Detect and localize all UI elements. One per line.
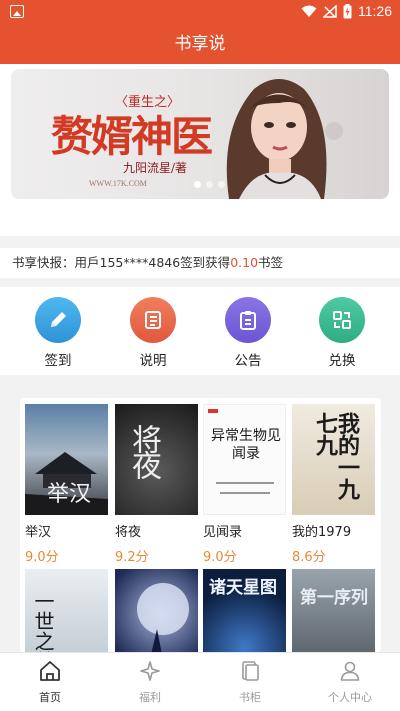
book-cover: 异常生物见闻录	[203, 404, 286, 515]
page-title: 书享说	[174, 34, 226, 54]
book-title: 将夜	[115, 525, 142, 540]
cover-title: 第一序列	[300, 588, 368, 608]
tab-profile[interactable]: 个人中心	[300, 659, 400, 705]
menu-redeem[interactable]: 兑换	[307, 297, 377, 369]
book-grid: 举汉 举汉 9.0分 将夜 将夜 9.2分 异常生物见闻录 见闻录 9.0分 我…	[20, 398, 381, 652]
book-cover: 我的一九七九	[292, 404, 375, 515]
menu-checkin-label: 签到	[44, 353, 72, 369]
tab-home-label: 首页	[39, 691, 61, 704]
banner-carousel[interactable]: 〈重生之〉 赘婿神医 九阳流星/著 WWW.17K.COM	[11, 69, 389, 199]
banner-author: 九阳流星/著	[123, 161, 188, 175]
banner-illustration	[226, 79, 343, 199]
news-suffix: 书签	[258, 255, 284, 270]
book-card[interactable]	[115, 569, 198, 652]
banner-section: 〈重生之〉 赘婿神医 九阳流星/著 WWW.17K.COM	[0, 64, 400, 236]
cover-title: 我的一九七九	[312, 412, 360, 500]
app-header: 书享说	[0, 24, 400, 64]
tab-welfare[interactable]: 福利	[100, 659, 200, 705]
no-signal-icon	[323, 4, 337, 18]
tab-home[interactable]: 首页	[0, 659, 100, 705]
menu-announcement[interactable]: 公告	[213, 297, 283, 369]
cover-title: 将夜	[126, 424, 161, 476]
menu-instructions[interactable]: 说明	[118, 297, 188, 369]
clipboard-icon	[225, 297, 271, 343]
cover-title: 诸天星图	[209, 578, 277, 598]
book-cover: 一世之尊	[25, 569, 108, 652]
book-cover: 第一序列	[292, 569, 375, 652]
clock: 11:26	[358, 3, 392, 19]
home-icon	[40, 661, 60, 681]
menu-instructions-label: 说明	[139, 353, 167, 369]
book-cover: 诸天星图	[203, 569, 286, 652]
menu-redeem-label: 兑换	[328, 353, 356, 369]
image-notification-icon	[10, 5, 24, 18]
news-text: 用戶155****4846签到获得	[74, 255, 231, 270]
list-icon	[130, 297, 176, 343]
bookshelf-icon	[242, 661, 259, 681]
book-card[interactable]: 异常生物见闻录 见闻录 9.0分	[203, 404, 286, 565]
cover-title: 一世之尊	[31, 591, 55, 652]
carousel-dot[interactable]	[206, 181, 213, 188]
bottom-tab-bar: 首页 福利 书柜 个人中心	[0, 652, 400, 711]
status-bar: 11:26	[0, 0, 400, 24]
book-card[interactable]: 举汉 举汉 9.0分	[25, 404, 108, 565]
tab-bookshelf-label: 书柜	[239, 691, 261, 704]
banner-site: WWW.17K.COM	[89, 179, 147, 188]
wifi-icon	[301, 5, 317, 17]
book-cover: 举汉	[25, 404, 108, 515]
book-card[interactable]: 将夜 将夜 9.2分	[115, 404, 198, 565]
news-ticker[interactable]: 书享快报：用戶155****4846签到获得0.10书签	[0, 248, 400, 278]
person-icon	[340, 661, 360, 681]
battery-charging-icon	[343, 3, 352, 18]
cover-title: 异常生物见闻录	[211, 428, 281, 462]
carousel-dot[interactable]	[218, 181, 225, 188]
news-amount: 0.10	[230, 255, 259, 270]
tab-profile-label: 个人中心	[328, 691, 372, 704]
book-score: 9.0分	[203, 550, 237, 565]
sparkle-icon	[140, 661, 160, 681]
book-title: 我的1979	[292, 525, 352, 540]
cover-title: 举汉	[47, 482, 92, 507]
book-card[interactable]: 一世之尊	[25, 569, 108, 652]
banner-title: 赘婿神医	[51, 112, 213, 161]
book-score: 9.0分	[25, 550, 59, 565]
book-card[interactable]: 我的一九七九 我的1979 8.6分	[292, 404, 375, 565]
book-card[interactable]: 第一序列	[292, 569, 375, 652]
book-score: 9.2分	[115, 550, 149, 565]
quick-menu: 签到 说明 公告 兑换	[0, 287, 400, 375]
book-card[interactable]: 诸天星图	[203, 569, 286, 652]
pencil-icon	[35, 297, 81, 343]
book-cover	[115, 569, 198, 652]
tab-welfare-label: 福利	[139, 691, 161, 704]
carousel-dot[interactable]	[194, 181, 201, 188]
book-title: 见闻录	[203, 525, 243, 540]
book-score: 8.6分	[292, 550, 326, 565]
book-title: 举汉	[25, 525, 52, 540]
carousel-indicator	[194, 181, 225, 188]
book-cover: 将夜	[115, 404, 198, 515]
news-prefix: 书享快报：	[12, 255, 75, 270]
tab-bookshelf[interactable]: 书柜	[200, 659, 300, 705]
menu-announcement-label: 公告	[234, 353, 262, 369]
exchange-icon	[319, 297, 365, 343]
menu-checkin[interactable]: 签到	[23, 297, 93, 369]
